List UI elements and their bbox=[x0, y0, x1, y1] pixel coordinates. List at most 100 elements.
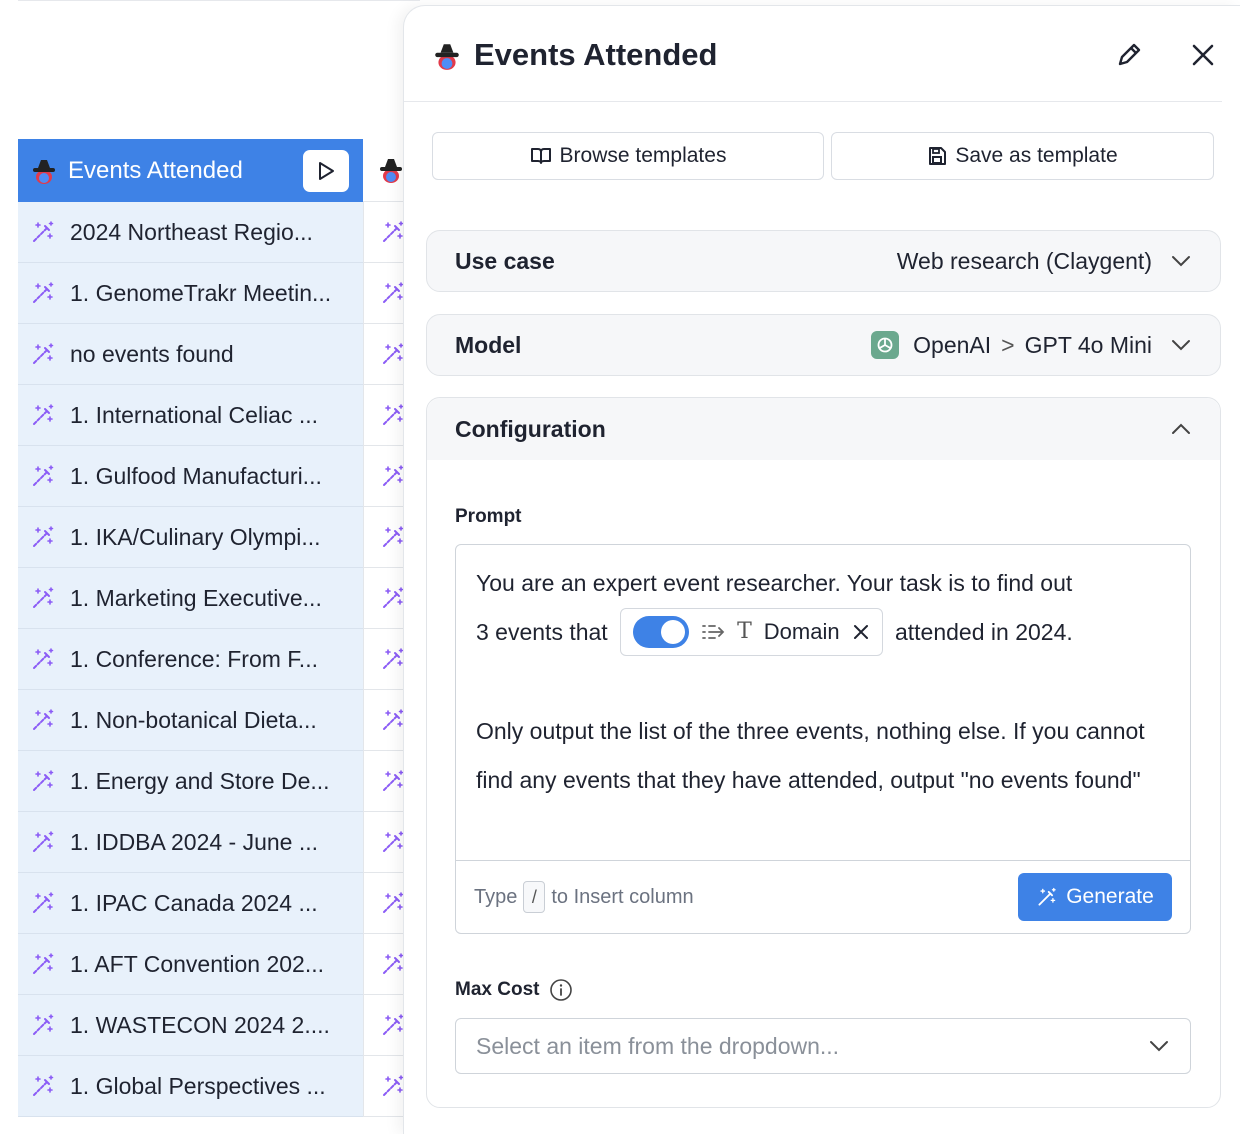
use-case-value: Web research (Claygent) bbox=[896, 247, 1152, 274]
magic-wand-icon bbox=[33, 282, 54, 303]
table-row[interactable]: 1. Gulfood Manufacturi... bbox=[18, 446, 363, 507]
max-cost-placeholder: Select an item from the dropdown... bbox=[476, 1032, 840, 1059]
detective-hat-icon bbox=[380, 159, 402, 183]
insert-column-hint: Type / to Insert column bbox=[474, 881, 694, 913]
spreadsheet-table: Events Attended 2024 Northeast Regio... … bbox=[0, 0, 423, 1134]
chip-toggle[interactable] bbox=[633, 615, 690, 648]
info-icon[interactable] bbox=[549, 978, 573, 1002]
cell-text: 1. Non-botanical Dieta... bbox=[70, 706, 317, 733]
browse-templates-button[interactable]: Browse templates bbox=[432, 132, 824, 180]
detective-hat-icon bbox=[33, 159, 55, 184]
max-cost-label: Max Cost bbox=[455, 978, 573, 1002]
magic-wand-icon bbox=[33, 1014, 54, 1035]
column-header-label: Events Attended bbox=[68, 156, 243, 184]
prompt-editor: You are an expert event researcher. Your… bbox=[455, 544, 1191, 934]
cell-text: 1. Energy and Store De... bbox=[70, 767, 330, 794]
domain-column-chip[interactable]: T Domain bbox=[620, 607, 883, 656]
table-row[interactable]: 1. Energy and Store De... bbox=[18, 751, 363, 812]
column-settings-panel: Events Attended Browse templates Save as… bbox=[403, 5, 1240, 1134]
magic-wand-icon bbox=[33, 404, 54, 425]
panel-header: Events Attended bbox=[404, 6, 1222, 102]
model-selector[interactable]: Model OpenAI > GPT 4o Mini bbox=[426, 314, 1221, 376]
use-case-selector[interactable]: Use case Web research (Claygent) bbox=[426, 230, 1221, 292]
prompt-textarea[interactable]: You are an expert event researcher. Your… bbox=[456, 545, 1190, 861]
prompt-after-chip: attended in 2024. bbox=[894, 619, 1073, 645]
table-rows: 2024 Northeast Regio... 1. GenomeTrakr M… bbox=[18, 202, 363, 1117]
pencil-icon[interactable] bbox=[1114, 40, 1144, 70]
magic-wand-icon bbox=[33, 648, 54, 669]
table-row[interactable]: 1. International Celiac ... bbox=[18, 385, 363, 446]
breadcrumb-separator: > bbox=[1001, 331, 1015, 358]
magic-wand-icon bbox=[33, 892, 54, 913]
cell-text: 1. Conference: From F... bbox=[70, 645, 318, 672]
configuration-header[interactable]: Configuration bbox=[427, 398, 1220, 460]
magic-wand-icon bbox=[33, 221, 54, 242]
prompt-blank-line bbox=[476, 658, 1170, 707]
magic-wand-icon bbox=[33, 1075, 54, 1096]
table-row[interactable]: 1. WASTECON 2024 2.... bbox=[18, 995, 363, 1056]
close-icon[interactable] bbox=[1188, 40, 1218, 70]
cell-text: no events found bbox=[70, 340, 234, 367]
cell-text: 1. Global Perspectives ... bbox=[70, 1072, 326, 1099]
prompt-footer: Type / to Insert column Generate bbox=[456, 861, 1190, 933]
save-as-template-button[interactable]: Save as template bbox=[831, 132, 1214, 180]
table-top-border bbox=[18, 0, 420, 4]
hint-rest: to Insert column bbox=[551, 885, 694, 908]
table-row[interactable]: 1. Non-botanical Dieta... bbox=[18, 690, 363, 751]
configuration-section: Configuration Prompt You are an expert e… bbox=[426, 397, 1221, 1108]
table-row[interactable]: 1. Marketing Executive... bbox=[18, 568, 363, 629]
model-name: GPT 4o Mini bbox=[1024, 331, 1152, 358]
use-case-label: Use case bbox=[455, 247, 555, 274]
close-icon[interactable] bbox=[852, 623, 870, 641]
table-row[interactable]: 1. IPAC Canada 2024 ... bbox=[18, 873, 363, 934]
max-cost-text: Max Cost bbox=[455, 979, 540, 1000]
cell-text: 1. GenomeTrakr Meetin... bbox=[70, 279, 332, 306]
column-header-events-attended[interactable]: Events Attended bbox=[18, 139, 363, 202]
magic-wand-icon bbox=[33, 770, 54, 791]
browse-templates-label: Browse templates bbox=[559, 144, 727, 167]
slash-key: / bbox=[523, 881, 546, 913]
save-as-template-label: Save as template bbox=[955, 144, 1118, 167]
chevron-down-icon bbox=[1172, 256, 1190, 267]
cell-text: 1. IDDBA 2024 - June ... bbox=[70, 828, 319, 855]
generate-label: Generate bbox=[1066, 885, 1154, 908]
table-row[interactable]: 2024 Northeast Regio... bbox=[18, 202, 363, 263]
generate-button[interactable]: Generate bbox=[1018, 873, 1172, 921]
detective-hat-icon bbox=[435, 44, 459, 70]
magic-wand-icon bbox=[33, 953, 54, 974]
chevron-down-icon bbox=[1172, 340, 1190, 351]
max-cost-dropdown[interactable]: Select an item from the dropdown... bbox=[455, 1018, 1191, 1074]
play-icon bbox=[319, 161, 334, 180]
cell-text: 1. AFT Convention 202... bbox=[70, 950, 325, 977]
table-row[interactable]: 1. IKA/Culinary Olympi... bbox=[18, 507, 363, 568]
table-row[interactable]: 1. IDDBA 2024 - June ... bbox=[18, 812, 363, 873]
prompt-paragraph-2: Only output the list of the three events… bbox=[476, 717, 1145, 793]
chevron-up-icon bbox=[1172, 423, 1190, 434]
magic-wand-icon bbox=[33, 587, 54, 608]
magic-wand-icon bbox=[33, 526, 54, 547]
magic-wand-icon bbox=[33, 465, 54, 486]
table-row[interactable]: 1. GenomeTrakr Meetin... bbox=[18, 263, 363, 324]
book-icon bbox=[530, 148, 551, 164]
text-type-icon: T bbox=[737, 619, 752, 645]
cell-text: 1. Marketing Executive... bbox=[70, 584, 322, 611]
table-row[interactable]: 1. AFT Convention 202... bbox=[18, 934, 363, 995]
hint-type: Type bbox=[474, 885, 518, 908]
table-row[interactable]: no events found bbox=[18, 324, 363, 385]
model-provider: OpenAI bbox=[913, 331, 992, 358]
cell-text: 1. WASTECON 2024 2.... bbox=[70, 1011, 330, 1038]
magic-wand-icon bbox=[33, 709, 54, 730]
openai-logo-icon bbox=[871, 331, 900, 359]
prompt-line-1: You are an expert event researcher. Your… bbox=[476, 570, 1073, 596]
cell-text: 1. IPAC Canada 2024 ... bbox=[70, 889, 318, 916]
save-icon bbox=[929, 147, 947, 165]
configuration-label: Configuration bbox=[455, 415, 606, 442]
prompt-before-chip: 3 events that bbox=[476, 619, 608, 645]
cell-text: 1. International Celiac ... bbox=[70, 401, 319, 428]
table-row[interactable]: 1. Global Perspectives ... bbox=[18, 1056, 363, 1117]
list-arrow-icon bbox=[702, 625, 725, 639]
model-label: Model bbox=[455, 331, 522, 358]
table-row[interactable]: 1. Conference: From F... bbox=[18, 629, 363, 690]
chip-label: Domain bbox=[763, 619, 840, 645]
run-column-button[interactable] bbox=[303, 149, 349, 192]
